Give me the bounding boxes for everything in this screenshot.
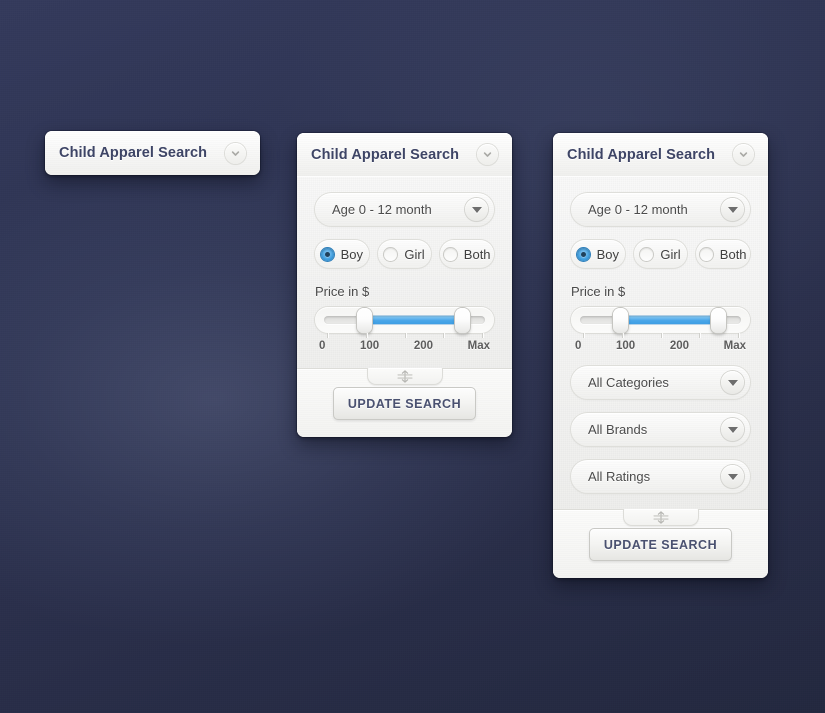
price-range-slider[interactable] (315, 307, 494, 333)
search-panel-collapsed: Child Apparel Search (45, 131, 260, 175)
gender-option-label: Boy (596, 246, 620, 262)
update-search-button[interactable]: UPDATE SEARCH (589, 528, 732, 561)
gender-option-both[interactable]: Both (440, 240, 495, 268)
radio-indicator (443, 247, 457, 261)
gender-option-girl[interactable]: Girl (633, 240, 688, 268)
chevron-down-icon[interactable] (477, 144, 498, 165)
caret-down-icon[interactable] (721, 418, 744, 441)
radio-indicator (320, 247, 334, 261)
gender-option-label: Girl (404, 246, 425, 262)
brands-select-value: All Brands (588, 422, 648, 437)
slider-fill (364, 316, 463, 324)
brands-select[interactable]: All Brands (571, 413, 750, 446)
gender-option-boy[interactable]: Boy (571, 240, 625, 268)
resize-vertical-icon[interactable] (622, 509, 699, 526)
gender-option-label: Both (463, 246, 491, 262)
panel-header[interactable]: Child Apparel Search (45, 131, 260, 175)
gender-option-label: Both (719, 246, 747, 262)
panel-title: Child Apparel Search (311, 146, 460, 163)
slider-thumb-max[interactable] (454, 307, 470, 333)
age-select-value: Age 0 - 12 month (332, 202, 432, 217)
ratings-select[interactable]: All Ratings (571, 460, 750, 493)
price-slider-caption: Price in $ (315, 284, 370, 299)
price-slider-caption: Price in $ (571, 284, 626, 299)
price-scale-label: 100 (360, 340, 380, 352)
slider-track[interactable] (324, 307, 485, 333)
caret-down-icon[interactable] (721, 198, 744, 221)
categories-select-value: All Categories (588, 375, 669, 390)
update-search-button[interactable]: UPDATE SEARCH (333, 387, 476, 420)
price-scale-label: 0 (575, 340, 582, 352)
gender-option-girl[interactable]: Girl (377, 240, 432, 268)
panel-title: Child Apparel Search (59, 145, 208, 161)
search-panel-medium: Child Apparel Search Age 0 - 12 month Bo… (297, 133, 512, 437)
slider-thumb-min[interactable] (356, 307, 372, 333)
gender-option-both[interactable]: Both (696, 240, 751, 268)
panel-header[interactable]: Child Apparel Search (297, 133, 512, 177)
gender-option-boy[interactable]: Boy (315, 240, 369, 268)
slider-tick-marks (580, 333, 741, 339)
search-panel-tall: Child Apparel Search Age 0 - 12 month Bo… (553, 133, 768, 578)
price-scale-label: 0 (319, 340, 326, 352)
price-scale-label: 200 (669, 340, 689, 352)
panel-footer: UPDATE SEARCH (297, 368, 512, 437)
price-scale-label: Max (723, 340, 746, 352)
widget-stage: Child Apparel Search Child Apparel Searc… (0, 0, 825, 713)
radio-indicator (699, 247, 713, 261)
gender-option-label: Boy (340, 246, 364, 262)
price-scale-label: Max (467, 340, 490, 352)
categories-select[interactable]: All Categories (571, 366, 750, 399)
age-select[interactable]: Age 0 - 12 month (571, 193, 750, 226)
price-scale-labels: 0 100 200 Max (575, 340, 746, 352)
caret-down-icon[interactable] (465, 198, 488, 221)
panel-header[interactable]: Child Apparel Search (553, 133, 768, 177)
price-scale-labels: 0 100 200 Max (319, 340, 490, 352)
age-select[interactable]: Age 0 - 12 month (315, 193, 494, 226)
price-scale-label: 100 (616, 340, 636, 352)
slider-thumb-min[interactable] (612, 307, 628, 333)
slider-track[interactable] (580, 307, 741, 333)
price-range-slider[interactable] (571, 307, 750, 333)
chevron-down-icon[interactable] (733, 144, 754, 165)
slider-tick-marks (324, 333, 485, 339)
resize-vertical-icon[interactable] (366, 368, 443, 385)
price-scale-label: 200 (413, 340, 433, 352)
panel-title: Child Apparel Search (567, 146, 716, 163)
age-select-value: Age 0 - 12 month (588, 202, 688, 217)
panel-body: Age 0 - 12 month Boy Girl Both Price in … (553, 177, 768, 493)
slider-thumb-max[interactable] (710, 307, 726, 333)
caret-down-icon[interactable] (721, 371, 744, 394)
slider-fill (620, 316, 719, 324)
caret-down-icon[interactable] (721, 465, 744, 488)
gender-radio-group: Boy Girl Both (571, 240, 751, 268)
ratings-select-value: All Ratings (588, 469, 651, 484)
panel-footer: UPDATE SEARCH (553, 509, 768, 578)
chevron-down-icon[interactable] (225, 142, 246, 164)
radio-indicator (576, 247, 590, 261)
radio-indicator (640, 247, 654, 261)
gender-radio-group: Boy Girl Both (315, 240, 495, 268)
radio-indicator (384, 247, 398, 261)
panel-body: Age 0 - 12 month Boy Girl Both Price in … (297, 177, 512, 352)
gender-option-label: Girl (660, 246, 681, 262)
